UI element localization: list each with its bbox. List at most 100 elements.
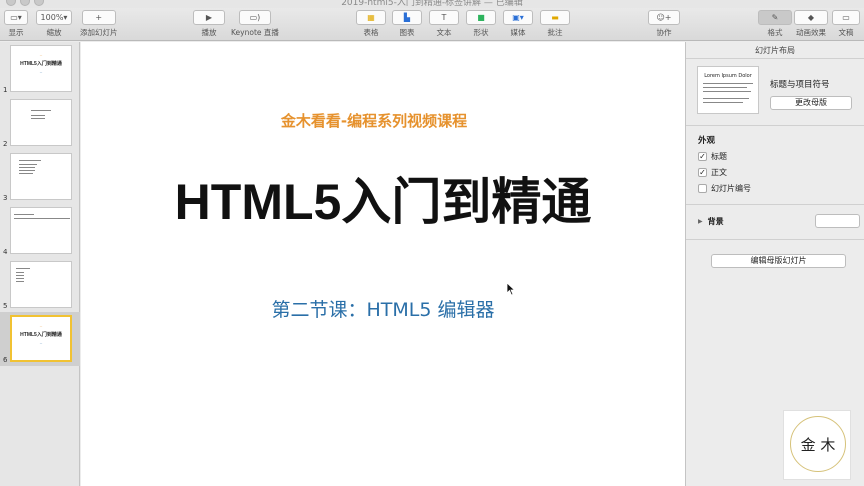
layout-preview[interactable]: Lorem Ipsum Dolor [697,66,759,114]
slide-preview[interactable] [10,207,72,254]
appearance-heading: 外观 [698,136,716,146]
slide-subtitle-top[interactable]: 金木看看-编程系列视频课程 [81,110,667,131]
chart-icon[interactable]: ▙ [392,10,422,25]
slide-thumbnail-1[interactable]: — HTML5入门到精通 — 1 [0,42,80,96]
background-row[interactable]: ▶ 背景 [698,216,724,227]
zoom-select[interactable]: 100% ▾ [36,10,72,25]
text-icon[interactable]: T [429,10,459,25]
zoom-value: 100% [40,13,64,22]
plus-icon[interactable]: + [81,10,116,25]
thumb-line [19,173,33,174]
slide-subtitle-bottom[interactable]: 第二节课：HTML5 编辑器 [81,295,685,322]
shape-icon[interactable]: ■ [466,10,496,25]
body-checkbox-row[interactable]: ✓ 正文 [698,167,727,178]
comment-control[interactable]: ▬ 批注 [540,10,570,38]
layout-name: 标题与项目符号 [770,80,830,90]
layout-preview-title: Lorem Ipsum Dolor [704,73,752,79]
slide-title[interactable]: HTML5入门到精通 [81,162,685,234]
text-control[interactable]: T 文本 [429,10,459,38]
thumb-subtitle: — [39,325,43,328]
slide-number-checkbox[interactable] [698,184,707,193]
slide-number-checkbox-row[interactable]: 幻灯片编号 [698,183,751,194]
slide-preview[interactable] [10,261,72,308]
paintbrush-icon[interactable]: ✎ [758,10,792,25]
collaborate-control[interactable]: ☺+ 协作 [648,10,680,38]
animate-control[interactable]: ◆ 动画效果 [794,10,828,38]
checkbox-label: 正文 [711,168,727,177]
thumb-line [19,160,41,161]
slide-preview[interactable]: — HTML5入门到精通 — [10,45,72,92]
thumb-title: HTML5入门到精通 [20,332,62,338]
thumb-line [19,164,37,165]
media-label: 媒体 [510,28,526,37]
document-control[interactable]: ▭ 文稿 [832,10,860,38]
divider [686,239,864,240]
slide-preview[interactable] [10,153,72,200]
toolbar: ▭▾ 显示 100% ▾ 缩放 + 添加幻灯片 ▶ 播放 ▭) Keynote 直… [0,8,864,41]
thumb-line [703,87,747,88]
thumb-line [703,102,743,103]
keynote-live-control[interactable]: ▭) Keynote 直播 [231,10,279,38]
slide-number: 5 [3,302,8,310]
slide-thumbnail-2[interactable]: 2 [0,96,80,150]
shape-control[interactable]: ■ 形状 [466,10,496,38]
mouse-pointer-icon [506,282,516,296]
thumb-line [703,83,753,84]
thumb-line [31,115,45,116]
title-bar: 2019-html5-入门到精通-标签讲解 — 已编辑 [0,0,864,8]
slide-thumbnail-5[interactable]: 5 [0,258,80,312]
disclosure-triangle-icon[interactable]: ▶ [698,218,703,225]
shape-label: 形状 [473,28,489,37]
checkbox-label: 幻灯片编号 [711,184,751,193]
slide-canvas[interactable]: 金木看看-编程系列视频课程 HTML5入门到精通 第二节课：HTML5 编辑器 [81,42,685,486]
collaborate-icon[interactable]: ☺+ [648,10,680,25]
play-icon[interactable]: ▶ [193,10,225,25]
inspector-panel: 幻灯片布局 Lorem Ipsum Dolor 标题与项目符号 更改母版 外观 … [685,42,864,486]
slide-number: 1 [3,86,8,94]
background-color-well[interactable] [815,214,860,228]
thumb-line [703,91,751,92]
play-control[interactable]: ▶ 播放 [193,10,225,38]
document-title: 2019-html5-入门到精通-标签讲解 — 已编辑 [341,0,523,8]
title-checkbox-row[interactable]: ✓ 标题 [698,151,727,162]
thumb-line [16,275,24,276]
slide-thumbnail-6[interactable]: — HTML5入门到精通 — 6 [0,312,80,366]
add-slide-control[interactable]: + 添加幻灯片 [80,10,118,38]
slide-thumbnail-3[interactable]: 3 [0,150,80,204]
media-icon[interactable]: ▣▾ [503,10,533,25]
media-control[interactable]: ▣▾ 媒体 [503,10,533,38]
body-checkbox[interactable]: ✓ [698,168,707,177]
thumb-line [14,218,70,219]
thumb-line [19,170,35,171]
chart-control[interactable]: ▙ 图表 [392,10,422,38]
slide-thumbnail-4[interactable]: 4 [0,204,80,258]
table-icon[interactable]: ▦ [356,10,386,25]
thumb-line [31,118,45,119]
comment-icon[interactable]: ▬ [540,10,570,25]
view-control[interactable]: ▭▾ 显示 [4,10,28,38]
slide-number: 6 [3,356,8,364]
edit-master-slides-button[interactable]: 编辑母版幻灯片 [711,254,846,268]
document-icon[interactable]: ▭ [832,10,860,25]
table-control[interactable]: ▦ 表格 [356,10,386,38]
format-control[interactable]: ✎ 格式 [758,10,792,38]
title-checkbox[interactable]: ✓ [698,152,707,161]
thumb-line [16,268,30,269]
collaborate-label: 协作 [656,28,672,37]
animate-label: 动画效果 [796,28,826,37]
zoom-control[interactable]: 100% ▾ 缩放 [36,10,72,38]
view-icon[interactable]: ▭▾ [4,10,28,25]
slide-preview[interactable] [10,99,72,146]
slide-number: 3 [3,194,8,202]
watermark-logo: 金 木 [783,410,851,480]
logo-circle: 金 木 [790,416,846,472]
keynote-live-icon[interactable]: ▭) [238,10,271,25]
slide-preview[interactable]: — HTML5入门到精通 — [10,315,72,362]
animate-icon[interactable]: ◆ [794,10,828,25]
view-label: 显示 [8,28,24,37]
text-label: 文本 [436,28,452,37]
thumb-subtitle-2: — [39,342,43,345]
play-label: 播放 [201,28,217,37]
table-label: 表格 [363,28,379,37]
change-master-button[interactable]: 更改母版 [770,96,852,110]
